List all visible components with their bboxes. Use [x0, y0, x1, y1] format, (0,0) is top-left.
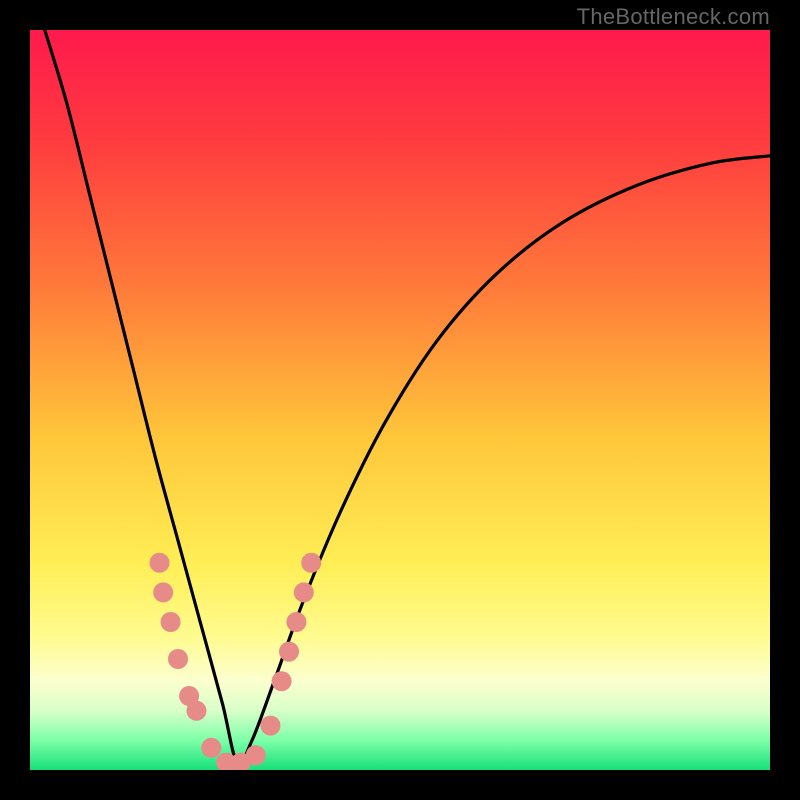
sample-dot	[272, 671, 292, 691]
chart-frame: TheBottleneck.com	[0, 0, 800, 800]
sample-dot	[201, 738, 221, 758]
sample-dot	[168, 649, 188, 669]
plot-area	[30, 30, 770, 770]
sample-dot	[150, 553, 170, 573]
watermark-text: TheBottleneck.com	[577, 4, 770, 30]
sample-dot	[294, 582, 314, 602]
sample-dot	[279, 642, 299, 662]
sample-dot	[187, 701, 207, 721]
sample-dot	[286, 612, 306, 632]
curve-layer	[30, 30, 770, 770]
sample-dot	[153, 582, 173, 602]
sample-dot	[301, 553, 321, 573]
sample-dots	[150, 553, 322, 770]
sample-dot	[246, 745, 266, 765]
sample-dot	[161, 612, 181, 632]
bottleneck-curve	[45, 30, 770, 764]
sample-dot	[261, 716, 281, 736]
